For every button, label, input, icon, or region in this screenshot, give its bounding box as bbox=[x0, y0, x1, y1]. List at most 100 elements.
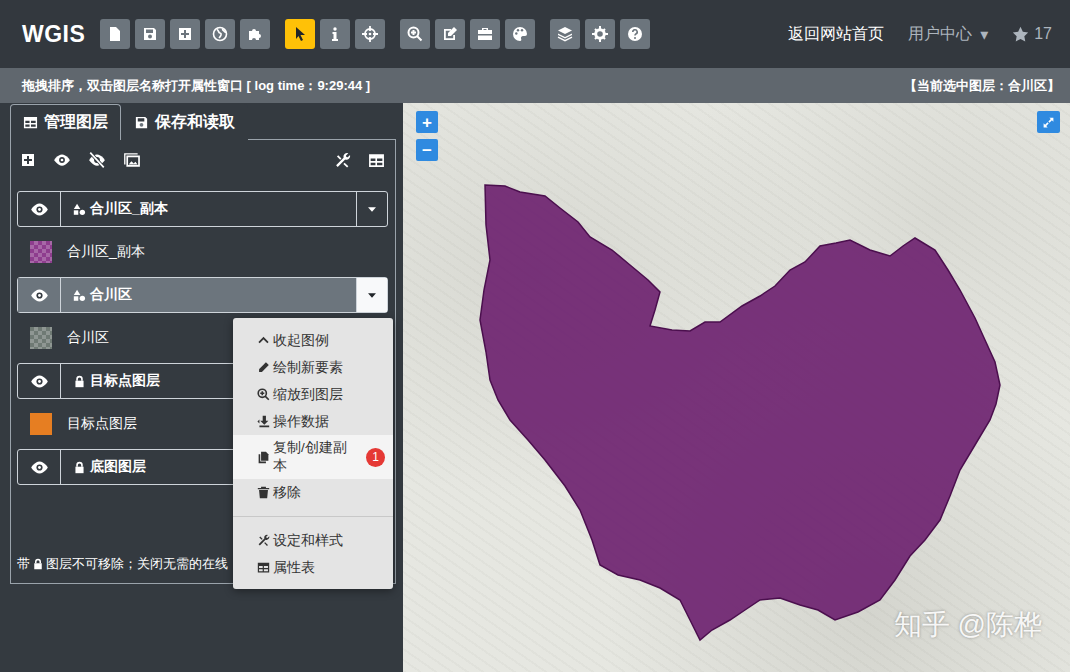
panel-tab-label[interactable]: 保存和读取 bbox=[155, 112, 235, 133]
list-icon bbox=[23, 115, 38, 130]
layer-tools bbox=[17, 140, 388, 180]
globe-icon bbox=[212, 26, 228, 42]
eye-icon bbox=[30, 458, 49, 477]
home-link[interactable]: 返回网站首页 bbox=[788, 24, 884, 45]
user-center-menu[interactable]: 用户中心 ▾ bbox=[908, 24, 988, 45]
map-view[interactable]: + − 知乎 @陈桦 bbox=[403, 103, 1070, 672]
user-center-label[interactable]: 用户中心 bbox=[908, 24, 972, 45]
menu-item-label[interactable]: 设定和样式 bbox=[273, 532, 343, 550]
zoom-out-button[interactable]: − bbox=[416, 139, 438, 161]
dropdown-caret[interactable]: ▾ bbox=[980, 25, 988, 44]
menu-item[interactable]: 属性表 bbox=[233, 554, 393, 581]
layer-dropdown[interactable] bbox=[357, 278, 387, 312]
shapes-icon bbox=[73, 289, 86, 302]
layer-header[interactable]: 合川区_副本 bbox=[17, 191, 388, 227]
layer-title[interactable]: 合川区 bbox=[61, 278, 357, 312]
app-logo[interactable]: WGIS bbox=[22, 21, 100, 48]
menu-item-label[interactable]: 收起图例 bbox=[273, 332, 329, 350]
menu-item[interactable]: 缩放到图层 bbox=[233, 381, 393, 408]
identify-button[interactable] bbox=[320, 19, 350, 49]
toolbar-group bbox=[285, 19, 385, 49]
help-button[interactable] bbox=[620, 19, 650, 49]
style-button[interactable] bbox=[505, 19, 535, 49]
visibility-toggle[interactable] bbox=[18, 364, 61, 398]
settings-icon bbox=[592, 26, 608, 42]
layer-name[interactable]: 目标点图层 bbox=[90, 372, 160, 390]
star-icon bbox=[1012, 26, 1029, 43]
locate-icon bbox=[362, 26, 378, 42]
save-icon bbox=[134, 115, 149, 130]
copy-icon bbox=[257, 451, 270, 464]
legend-swatch bbox=[30, 413, 52, 435]
layers-button[interactable] bbox=[550, 19, 580, 49]
layer-dropdown[interactable] bbox=[357, 192, 387, 226]
save-button[interactable] bbox=[135, 19, 165, 49]
toolbox-icon bbox=[477, 26, 493, 42]
panel-tab[interactable]: 保存和读取 bbox=[121, 104, 248, 140]
new-file-button[interactable] bbox=[100, 19, 130, 49]
menu-item[interactable]: 移除 bbox=[233, 479, 393, 506]
download-icon bbox=[257, 415, 270, 428]
menu-item[interactable]: 设定和样式 bbox=[233, 527, 393, 554]
visibility-toggle[interactable] bbox=[18, 450, 61, 484]
settings-button[interactable] bbox=[585, 19, 615, 49]
menu-item-label[interactable]: 复制/创建副本 bbox=[273, 439, 360, 475]
panel-tab[interactable]: 管理图层 bbox=[10, 104, 121, 140]
layer-title[interactable]: 合川区_副本 bbox=[61, 192, 357, 226]
table-icon bbox=[257, 561, 270, 574]
menu-item-label[interactable]: 缩放到图层 bbox=[273, 386, 343, 404]
help-icon bbox=[627, 26, 643, 42]
zoom-button[interactable] bbox=[400, 19, 430, 49]
layer-tools-right bbox=[334, 152, 388, 169]
star-count-number: 17 bbox=[1034, 25, 1052, 43]
legend-label: 合川区 bbox=[67, 329, 109, 347]
layers-icon bbox=[557, 26, 573, 42]
zoom-in-button[interactable]: + bbox=[416, 111, 438, 133]
visibility-toggle[interactable] bbox=[18, 192, 61, 226]
basemap-icon[interactable] bbox=[123, 151, 141, 169]
layer-name[interactable]: 合川区_副本 bbox=[90, 200, 168, 218]
lock-icon bbox=[73, 461, 86, 474]
new-file-icon bbox=[107, 26, 123, 42]
locate-button[interactable] bbox=[355, 19, 385, 49]
plugin-button[interactable] bbox=[240, 19, 270, 49]
table-icon[interactable] bbox=[368, 152, 385, 169]
select-button[interactable] bbox=[285, 19, 315, 49]
fullscreen-button[interactable] bbox=[1037, 111, 1060, 133]
legend-swatch bbox=[30, 241, 52, 263]
globe-button[interactable] bbox=[205, 19, 235, 49]
caret-down-icon bbox=[365, 202, 379, 216]
settings-wrench-icon[interactable] bbox=[334, 152, 351, 169]
zoom-icon bbox=[257, 388, 270, 401]
chevron-up-icon bbox=[257, 334, 270, 347]
visibility-toggle[interactable] bbox=[18, 278, 61, 312]
layer-name[interactable]: 底图图层 bbox=[90, 458, 146, 476]
watermark: 知乎 @陈桦 bbox=[894, 606, 1042, 644]
hide-all-icon[interactable] bbox=[88, 151, 106, 169]
top-navbar: WGIS 返回网站首页 用户中心 ▾ 17 bbox=[0, 0, 1070, 68]
toolbox-button[interactable] bbox=[470, 19, 500, 49]
menu-item[interactable]: 复制/创建副本 1 bbox=[233, 435, 393, 479]
menu-item[interactable]: 绘制新要素 bbox=[233, 354, 393, 381]
menu-item-label[interactable]: 绘制新要素 bbox=[273, 359, 343, 377]
select-icon bbox=[292, 26, 308, 42]
eye-icon bbox=[30, 286, 49, 305]
menu-item-label[interactable]: 属性表 bbox=[273, 559, 315, 577]
show-all-icon[interactable] bbox=[53, 151, 71, 169]
add-layer-icon[interactable] bbox=[20, 152, 36, 168]
edit-button[interactable] bbox=[435, 19, 465, 49]
star-count[interactable]: 17 bbox=[1012, 25, 1052, 43]
step-badge: 1 bbox=[366, 448, 385, 467]
menu-item[interactable]: 收起图例 bbox=[233, 327, 393, 354]
workspace: 管理图层保存和读取合川区_副本合川区_副本合川区合川区目标点图层目标点图层底图图… bbox=[0, 103, 1070, 672]
layer-header[interactable]: 合川区 bbox=[17, 277, 388, 313]
lock-icon bbox=[32, 558, 44, 570]
style-icon bbox=[512, 26, 528, 42]
add-layer-button[interactable] bbox=[170, 19, 200, 49]
menu-item-label[interactable]: 操作数据 bbox=[273, 413, 329, 431]
layer-name[interactable]: 合川区 bbox=[90, 286, 132, 304]
lock-icon bbox=[73, 375, 86, 388]
menu-item[interactable]: 操作数据 bbox=[233, 408, 393, 435]
menu-item-label[interactable]: 移除 bbox=[273, 484, 301, 502]
panel-tab-label[interactable]: 管理图层 bbox=[44, 112, 108, 133]
